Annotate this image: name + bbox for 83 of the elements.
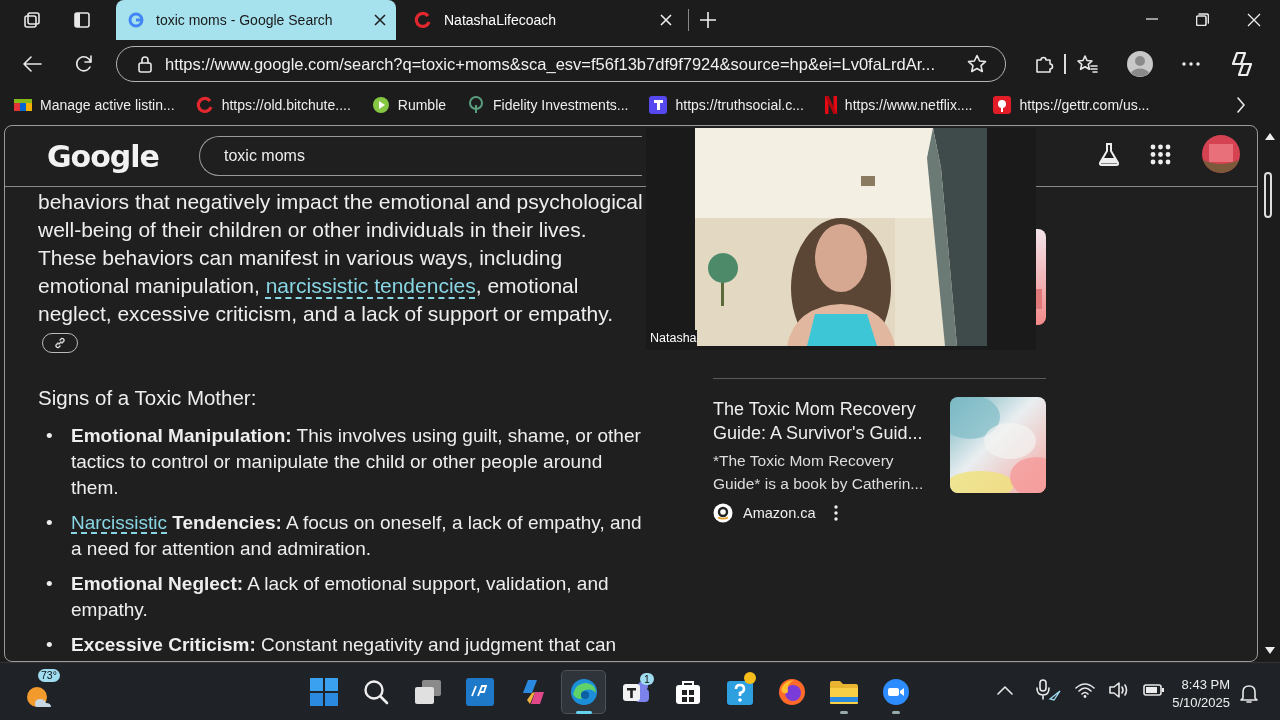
glossary-link[interactable]: Narcissistic bbox=[71, 512, 168, 533]
bookmark[interactable]: Manage active listin... bbox=[14, 97, 175, 113]
taskbar-button[interactable]: 1 bbox=[613, 670, 658, 714]
folder-icon[interactable] bbox=[828, 679, 859, 705]
battery-icon[interactable] bbox=[1143, 684, 1165, 696]
list-item: Narcissistic Tendencies: A focus on oneself, a lack of empathy, and a need for attention and admiration. bbox=[71, 511, 643, 561]
chevron-up-icon[interactable] bbox=[997, 685, 1013, 695]
ring-icon bbox=[195, 96, 214, 114]
bookmark[interactable]: Fidelity Investments... bbox=[467, 96, 629, 114]
search-icon[interactable] bbox=[362, 679, 389, 705]
zoom-icon[interactable] bbox=[881, 678, 910, 706]
list-bullet: • bbox=[46, 424, 53, 448]
source-icon bbox=[713, 503, 733, 523]
microphone-icon[interactable] bbox=[1035, 679, 1061, 701]
result-title[interactable]: The Toxic Mom Recovery Guide: A Survivor's Guid... bbox=[713, 397, 932, 445]
help-icon[interactable] bbox=[725, 678, 754, 706]
play-icon bbox=[371, 96, 390, 114]
chevron-right-icon[interactable] bbox=[1236, 97, 1246, 113]
volume-icon[interactable] bbox=[1109, 682, 1129, 698]
store-icon[interactable] bbox=[673, 678, 702, 706]
list-item: Emotional Neglect: A lack of emotional support, validation, and empathy. bbox=[71, 572, 610, 622]
participant-name: Natasha bbox=[650, 330, 697, 346]
refresh-icon[interactable] bbox=[74, 54, 94, 74]
glossary-link[interactable]: narcissistic tendencies bbox=[265, 274, 476, 297]
bookmark[interactable]: https://www.netflix.... bbox=[824, 96, 973, 114]
flask-icon[interactable] bbox=[1098, 142, 1120, 166]
list-bullet: • bbox=[46, 511, 53, 535]
bookmark[interactable]: https://truthsocial.c... bbox=[649, 96, 804, 114]
star-icon[interactable] bbox=[967, 54, 987, 74]
result-snippet: *The Toxic Mom Recovery Guide* is a book by Catherin... bbox=[713, 451, 925, 494]
task-view-icon[interactable] bbox=[413, 679, 442, 705]
edge-icon[interactable] bbox=[569, 678, 598, 706]
new-tab-icon[interactable] bbox=[699, 11, 717, 29]
close-icon[interactable] bbox=[374, 14, 386, 26]
browser-tab[interactable]: NatashaLifecoach bbox=[402, 0, 682, 40]
taskbar-button[interactable] bbox=[561, 670, 606, 714]
source-name[interactable]: Amazon.ca bbox=[743, 505, 816, 521]
list-item: Excessive Criticism: Constant negativity and judgment that can bbox=[71, 633, 618, 657]
bookmark[interactable]: https://gettr.com/us... bbox=[993, 96, 1150, 114]
browser-tab[interactable]: toxic moms - Google Search bbox=[116, 0, 396, 40]
list-bullet: • bbox=[46, 633, 53, 657]
profile-icon[interactable] bbox=[1125, 50, 1154, 78]
lock-icon bbox=[137, 55, 153, 73]
scroll-down-icon[interactable] bbox=[1264, 646, 1276, 656]
notification-bell-icon[interactable] bbox=[1240, 683, 1258, 703]
link-icon bbox=[53, 336, 67, 351]
search-field[interactable]: toxic moms bbox=[199, 136, 642, 176]
bookmark[interactable]: https://old.bitchute.... bbox=[195, 96, 351, 114]
puzzle-icon[interactable] bbox=[1034, 54, 1054, 74]
date-text: 5/10/2025 bbox=[1171, 694, 1230, 712]
scroll-up-icon[interactable] bbox=[1264, 131, 1276, 141]
scrollbar-thumb[interactable] bbox=[1264, 172, 1272, 218]
address-bar[interactable]: https://www.google.com/search?q=toxic+moms&sca_esv=f56f13b7df9f7924&source=hp&ei=Lv0faLrdAr... bbox=[116, 46, 1006, 82]
section-heading: Signs of a Toxic Mother: bbox=[38, 386, 258, 410]
wifi-icon[interactable] bbox=[1075, 682, 1095, 698]
hp-app-icon[interactable] bbox=[465, 678, 494, 706]
more-icon[interactable] bbox=[1181, 62, 1200, 66]
list-item: Emotional Manipulation: This involves using guilt, shame, or other tactics to control or manipulate the child or other people around them. bbox=[71, 424, 642, 500]
more-options-icon[interactable] bbox=[833, 505, 838, 521]
google-icon bbox=[128, 12, 144, 28]
weather-icon[interactable] bbox=[26, 685, 52, 709]
tab-actions-icon[interactable] bbox=[73, 11, 91, 29]
summary-paragraph: behaviors that negatively impact the emotional and psychological well-being of their children or other individuals in their lives. These behaviors can manifest in various ways, including emotional manipulation, narcissistic tendencies, emotional neglect, excessive criticism, and a lack of support or empathy. bbox=[38, 188, 644, 356]
bookmark[interactable]: Rumble bbox=[371, 96, 447, 114]
windows-icon[interactable] bbox=[309, 678, 338, 706]
square-icon bbox=[649, 96, 668, 114]
ribbon-icon bbox=[824, 96, 837, 114]
temperature-badge: 73° bbox=[38, 669, 60, 682]
flag-icon bbox=[14, 98, 32, 112]
apps-grid-icon[interactable] bbox=[1150, 143, 1171, 165]
tree-icon bbox=[467, 96, 486, 114]
list-bullet: • bbox=[46, 572, 53, 596]
avatar-icon[interactable] bbox=[1201, 134, 1241, 174]
firefox-icon[interactable] bbox=[777, 678, 806, 706]
ring-icon bbox=[414, 11, 432, 29]
restore-icon[interactable] bbox=[1196, 13, 1209, 26]
notification-badge: 1 bbox=[640, 673, 654, 685]
google-logo[interactable]: Google bbox=[47, 138, 159, 174]
favorites-icon[interactable] bbox=[1075, 54, 1098, 74]
back-icon[interactable] bbox=[22, 55, 42, 73]
time-text: 8:43 PM bbox=[1180, 676, 1230, 694]
workspaces-icon[interactable] bbox=[23, 11, 41, 29]
pin-icon bbox=[993, 96, 1012, 114]
